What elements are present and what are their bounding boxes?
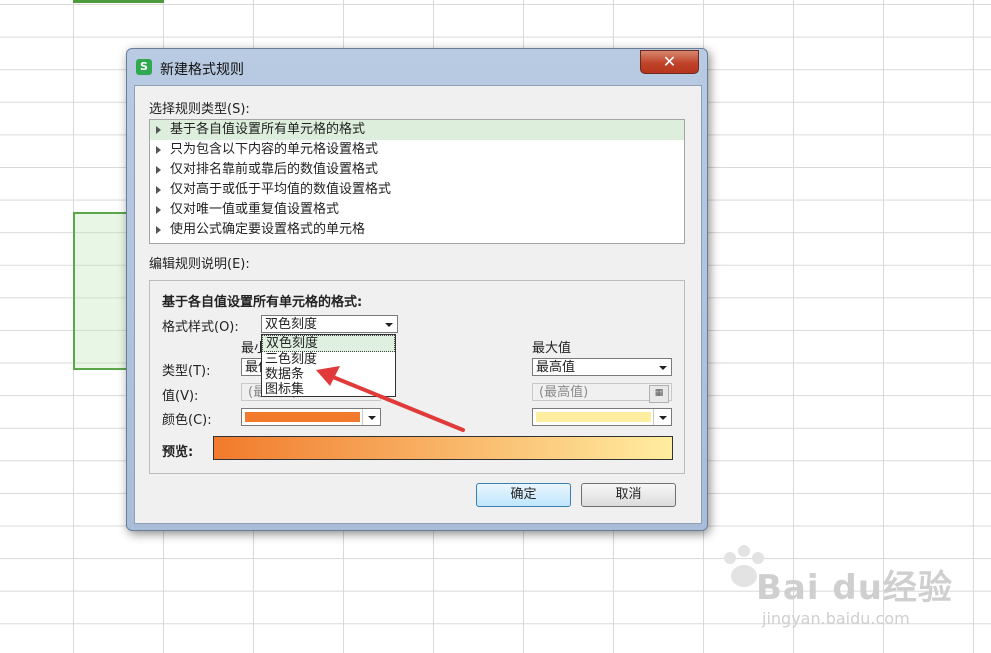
chevron-down-icon xyxy=(368,416,376,420)
format-style-label: 格式样式(O): xyxy=(162,320,239,335)
max-color-swatch xyxy=(536,412,651,422)
value-label: 值(V): xyxy=(162,389,199,404)
max-color-picker[interactable] xyxy=(532,408,672,426)
rule-type-label: 仅对排名靠前或靠后的数值设置格式 xyxy=(170,162,379,177)
edit-rule-description-label: 编辑规则说明(E): xyxy=(149,257,250,272)
color-label: 颜色(C): xyxy=(162,413,212,428)
description-heading: 基于各自值设置所有单元格的格式: xyxy=(162,295,363,310)
format-style-value: 双色刻度 xyxy=(265,317,318,332)
range-picker-icon[interactable]: ▦ xyxy=(649,385,669,403)
cancel-button[interactable]: 取消 xyxy=(581,483,676,507)
dialog-title: 新建格式规则 xyxy=(160,62,244,78)
dropdown-option[interactable]: 图标集 xyxy=(262,382,395,397)
triangle-right-icon xyxy=(156,145,161,154)
color-dropdown-button[interactable] xyxy=(362,409,380,425)
watermark-url: jingyan.baidu.com xyxy=(762,609,910,628)
dropdown-option[interactable]: 双色刻度 xyxy=(262,335,395,352)
rule-type-item[interactable]: 使用公式确定要设置格式的单元格 xyxy=(150,220,684,240)
rule-type-label: 只为包含以下内容的单元格设置格式 xyxy=(170,142,379,157)
select-rule-type-label: 选择规则类型(S): xyxy=(149,102,250,117)
rule-type-item[interactable]: 只为包含以下内容的单元格设置格式 xyxy=(150,140,684,160)
ok-button[interactable]: 确定 xyxy=(476,483,571,507)
rule-type-label: 基于各自值设置所有单元格的格式 xyxy=(170,122,366,137)
triangle-right-icon xyxy=(156,205,161,214)
chevron-down-icon xyxy=(659,366,667,370)
new-format-rule-dialog: S 新建格式规则 ✕ 选择规则类型(S): 基于各自值设置所有单元格的格式 只为… xyxy=(126,48,708,531)
format-style-dropdown-list[interactable]: 双色刻度 三色刻度 数据条 图标集 xyxy=(261,334,396,397)
preview-label: 预览: xyxy=(162,445,194,460)
wps-spreadsheet-icon: S xyxy=(136,59,152,75)
chevron-down-icon xyxy=(659,416,667,420)
baidu-watermark: Bai du经验 jingyan.baidu.com xyxy=(724,545,953,628)
triangle-right-icon xyxy=(156,225,161,234)
rule-type-list[interactable]: 基于各自值设置所有单元格的格式 只为包含以下内容的单元格设置格式 仅对排名靠前或… xyxy=(149,119,685,244)
type-label: 类型(T): xyxy=(162,364,211,379)
close-button[interactable]: ✕ xyxy=(640,50,699,74)
dropdown-option[interactable]: 数据条 xyxy=(262,367,395,382)
triangle-right-icon xyxy=(156,165,161,174)
watermark-brand: Bai du经验 xyxy=(756,568,953,608)
rule-type-label: 使用公式确定要设置格式的单元格 xyxy=(170,222,366,237)
max-type-select[interactable]: 最高值 xyxy=(532,358,672,376)
triangle-right-icon xyxy=(156,125,161,134)
rule-type-label: 仅对高于或低于平均值的数值设置格式 xyxy=(170,182,392,197)
rule-type-item[interactable]: 仅对唯一值或重复值设置格式 xyxy=(150,200,684,220)
max-type-value: 最高值 xyxy=(536,360,576,375)
cell-selection-indicator xyxy=(73,0,164,3)
rule-type-item[interactable]: 基于各自值设置所有单元格的格式 xyxy=(150,120,684,140)
format-style-select[interactable]: 双色刻度 xyxy=(261,315,398,333)
paw-icon xyxy=(724,545,764,587)
max-value-placeholder: (最高值) xyxy=(539,385,589,400)
close-icon: ✕ xyxy=(662,52,677,71)
triangle-right-icon xyxy=(156,185,161,194)
rule-type-item[interactable]: 仅对高于或低于平均值的数值设置格式 xyxy=(150,180,684,200)
gradient-preview xyxy=(213,436,673,460)
rule-type-item[interactable]: 仅对排名靠前或靠后的数值设置格式 xyxy=(150,160,684,180)
max-column-header: 最大值 xyxy=(532,341,572,356)
dialog-body: 选择规则类型(S): 基于各自值设置所有单元格的格式 只为包含以下内容的单元格设… xyxy=(134,85,702,524)
rule-type-label: 仅对唯一值或重复值设置格式 xyxy=(170,202,340,217)
max-value-input[interactable]: (最高值) ▦ xyxy=(532,383,672,403)
min-color-swatch xyxy=(245,412,360,422)
min-color-picker[interactable] xyxy=(241,408,381,426)
chevron-down-icon xyxy=(385,323,393,327)
dropdown-option[interactable]: 三色刻度 xyxy=(262,352,395,367)
dialog-titlebar[interactable]: S 新建格式规则 ✕ xyxy=(127,49,707,85)
color-dropdown-button[interactable] xyxy=(653,409,671,425)
